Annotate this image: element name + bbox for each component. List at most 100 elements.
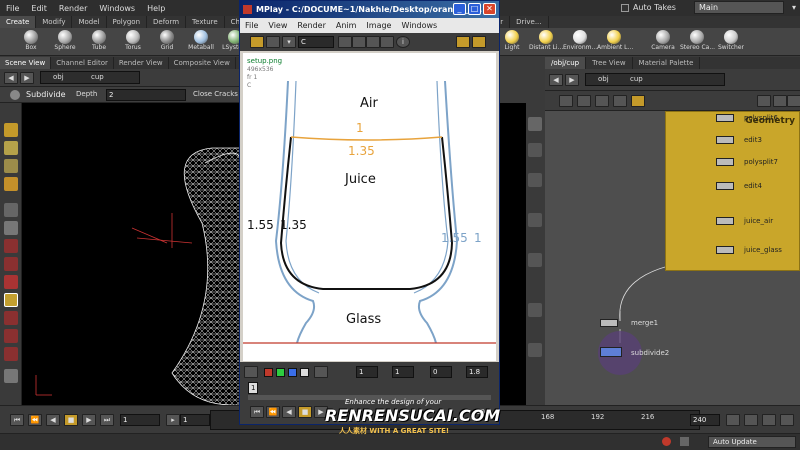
- alpha-channel-icon[interactable]: [300, 368, 309, 377]
- net-grid-icon[interactable]: [595, 95, 609, 107]
- mplay-zoom-icon[interactable]: [338, 36, 352, 48]
- handle-tool-icon[interactable]: [4, 221, 18, 235]
- gamma-field[interactable]: 1: [356, 366, 378, 378]
- mplay-tiles-icon[interactable]: [472, 36, 486, 48]
- net-home-icon[interactable]: [773, 95, 787, 107]
- mplay-menu-view[interactable]: View: [263, 21, 292, 30]
- tab-tree-view[interactable]: Tree View: [586, 57, 633, 69]
- frame-step-icon[interactable]: ▸: [166, 414, 180, 426]
- shelf-tool[interactable]: Metaball: [184, 29, 218, 55]
- pose-tool-icon[interactable]: [4, 203, 18, 217]
- brush-tool-icon[interactable]: [4, 293, 18, 307]
- back-icon[interactable]: ◀: [4, 72, 18, 84]
- frame-field[interactable]: 1: [120, 414, 160, 426]
- minimize-icon[interactable]: _: [453, 3, 466, 15]
- shelf-tool[interactable]: Distant Li...: [529, 29, 563, 55]
- green-channel-icon[interactable]: [276, 368, 285, 377]
- maximize-icon[interactable]: □: [468, 3, 481, 15]
- mplay-snapshot-icon[interactable]: [380, 36, 394, 48]
- net-forward-icon[interactable]: ▶: [565, 74, 579, 86]
- mplay-play-reverse-icon[interactable]: ◀: [282, 406, 296, 418]
- mplay-menu-anim[interactable]: Anim: [331, 21, 362, 30]
- mplay-grid-icon[interactable]: [456, 36, 470, 48]
- stop-cook-icon[interactable]: [662, 437, 671, 446]
- play-reverse-icon[interactable]: ◀: [46, 414, 60, 426]
- net-tree-icon[interactable]: [613, 95, 627, 107]
- depth-field[interactable]: 2: [106, 89, 186, 101]
- tab-material-palette[interactable]: Material Palette: [633, 57, 701, 69]
- shelf-tool[interactable]: Light: [495, 29, 529, 55]
- scene-path-field[interactable]: obj cup: [40, 71, 140, 84]
- mplay-step-back-icon[interactable]: ⏪: [266, 406, 280, 418]
- display-icon[interactable]: [528, 117, 542, 131]
- shelf-tool[interactable]: Torus: [116, 29, 150, 55]
- keys-icon[interactable]: [762, 414, 776, 426]
- magnet-tool-icon[interactable]: [4, 347, 18, 361]
- end-frame-field[interactable]: 240: [690, 414, 720, 426]
- geometry-network-box[interactable]: Geometry polysplit6 edit3 polysplit7 edi…: [665, 111, 800, 271]
- net-layout-icon[interactable]: [577, 95, 591, 107]
- close-icon[interactable]: ✕: [483, 3, 496, 15]
- path-obj[interactable]: obj: [53, 73, 64, 81]
- mplay-image-canvas[interactable]: setup.png 496x536 fr 1 C Air 1 1.35 Juic…: [243, 53, 496, 361]
- xray-icon[interactable]: [528, 303, 542, 317]
- blue-channel-icon[interactable]: [288, 368, 297, 377]
- tab-render-view[interactable]: Render View: [114, 57, 169, 69]
- mplay-menu-windows[interactable]: Windows: [396, 21, 442, 30]
- tab-channel-editor[interactable]: Channel Editor: [51, 57, 114, 69]
- node-polysplit6[interactable]: [716, 114, 734, 122]
- mplay-menu-image[interactable]: Image: [361, 21, 396, 30]
- tab-network[interactable]: /obj/cup: [545, 57, 587, 69]
- shelf-tool[interactable]: Switcher: [714, 29, 748, 55]
- shelf-tool[interactable]: Ambient L...: [597, 29, 633, 55]
- mplay-stop-icon[interactable]: ■: [298, 406, 312, 418]
- mplay-channel-select[interactable]: C: [298, 36, 334, 48]
- update-icon[interactable]: [680, 437, 689, 446]
- update-mode-select[interactable]: Auto Update: [708, 436, 796, 448]
- auto-takes-checkbox[interactable]: [620, 3, 629, 12]
- shelf-tool[interactable]: Environm...: [563, 29, 597, 55]
- net-zoom-icon[interactable]: [757, 95, 771, 107]
- play-icon[interactable]: ▶: [82, 414, 96, 426]
- display-options-icon[interactable]: [4, 369, 18, 383]
- node-edit3[interactable]: [716, 136, 734, 144]
- stop-icon[interactable]: ■: [64, 414, 78, 426]
- desktop-select[interactable]: Main: [693, 1, 784, 14]
- net-path-obj[interactable]: obj: [598, 75, 609, 83]
- menu-render[interactable]: Render: [53, 4, 93, 13]
- timeline-options-icon[interactable]: [780, 414, 794, 426]
- menu-file[interactable]: File: [0, 4, 25, 13]
- visibility-icon[interactable]: [528, 173, 542, 187]
- mplay-layout-icon[interactable]: [250, 36, 264, 48]
- jump-end-icon[interactable]: ⏭: [100, 414, 114, 426]
- shelf-tab[interactable]: Deform: [147, 16, 187, 28]
- net-options-icon[interactable]: [787, 95, 800, 107]
- mplay-menu-render[interactable]: Render: [292, 21, 330, 30]
- audio-icon[interactable]: [744, 414, 758, 426]
- menu-edit[interactable]: Edit: [25, 4, 53, 13]
- shelf-tab[interactable]: Model: [72, 16, 107, 28]
- node-polysplit7[interactable]: [716, 158, 734, 166]
- shading-icon[interactable]: [528, 143, 542, 157]
- rotate-tool-icon[interactable]: [4, 159, 18, 173]
- tab-scene-view[interactable]: Scene View: [0, 57, 52, 69]
- step-back-icon[interactable]: ⏪: [28, 414, 42, 426]
- net-color-icon[interactable]: [631, 95, 645, 107]
- jump-start-icon[interactable]: ⏮: [10, 414, 24, 426]
- menu-help[interactable]: Help: [141, 4, 171, 13]
- tab-composite-view[interactable]: Composite View: [169, 57, 236, 69]
- shelf-tool[interactable]: Tube: [82, 29, 116, 55]
- mplay-zoom-out-icon[interactable]: [352, 36, 366, 48]
- net-list-icon[interactable]: [559, 95, 573, 107]
- node-merge1[interactable]: [600, 319, 618, 327]
- shelf-tool[interactable]: Camera: [646, 29, 680, 55]
- range-icon[interactable]: [726, 414, 740, 426]
- snap-tool-icon[interactable]: [4, 329, 18, 343]
- node-juice-glass[interactable]: [716, 246, 734, 254]
- mplay-channel-menu-icon[interactable]: ▾: [282, 36, 296, 48]
- shelf-tab[interactable]: Texture: [186, 16, 225, 28]
- scale-tool-icon[interactable]: [4, 177, 18, 191]
- paint-tool-icon[interactable]: [4, 311, 18, 325]
- shelf-tool[interactable]: Grid: [150, 29, 184, 55]
- shelf-tool[interactable]: Sphere: [48, 29, 82, 55]
